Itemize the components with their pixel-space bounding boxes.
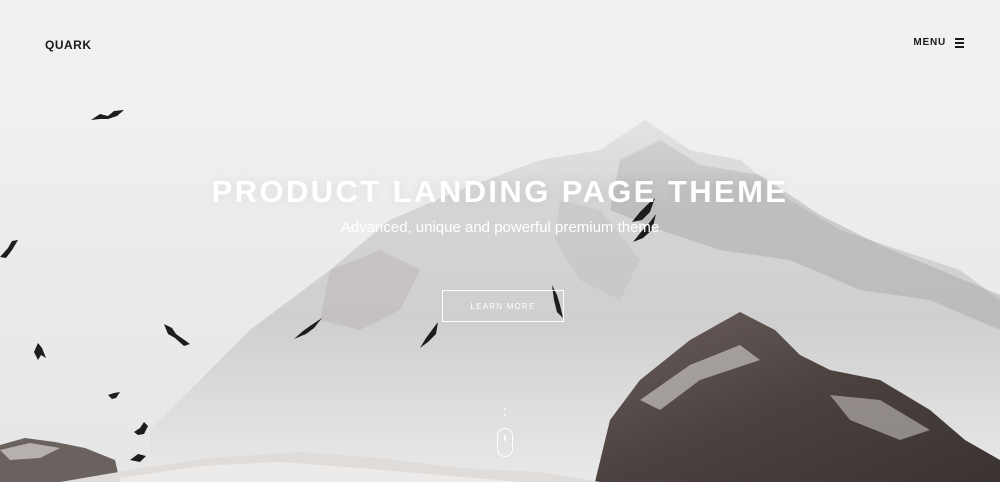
bird — [34, 343, 46, 360]
hamburger-icon — [955, 38, 964, 48]
site-logo[interactable]: QUARK — [45, 38, 92, 52]
bird — [134, 422, 148, 435]
scroll-down-indicator[interactable] — [495, 408, 515, 460]
learn-more-button[interactable]: LEARN MORE — [442, 290, 564, 322]
menu-label: MENU — [913, 37, 946, 48]
scroll-dots — [504, 408, 506, 422]
bird — [164, 324, 190, 346]
bird — [108, 392, 120, 399]
mouse-scroll-icon — [497, 428, 513, 457]
hero-title: PRODUCT LANDING PAGE THEME — [211, 174, 789, 209]
hero-subtitle: Advanced, unique and powerful premium th… — [340, 219, 660, 236]
bird — [0, 240, 18, 258]
bird — [130, 454, 146, 462]
hero-section: QUARK MENU PRODUCT LANDING PAGE THEME Ad… — [0, 0, 1000, 482]
menu-button[interactable]: MENU — [913, 37, 964, 48]
